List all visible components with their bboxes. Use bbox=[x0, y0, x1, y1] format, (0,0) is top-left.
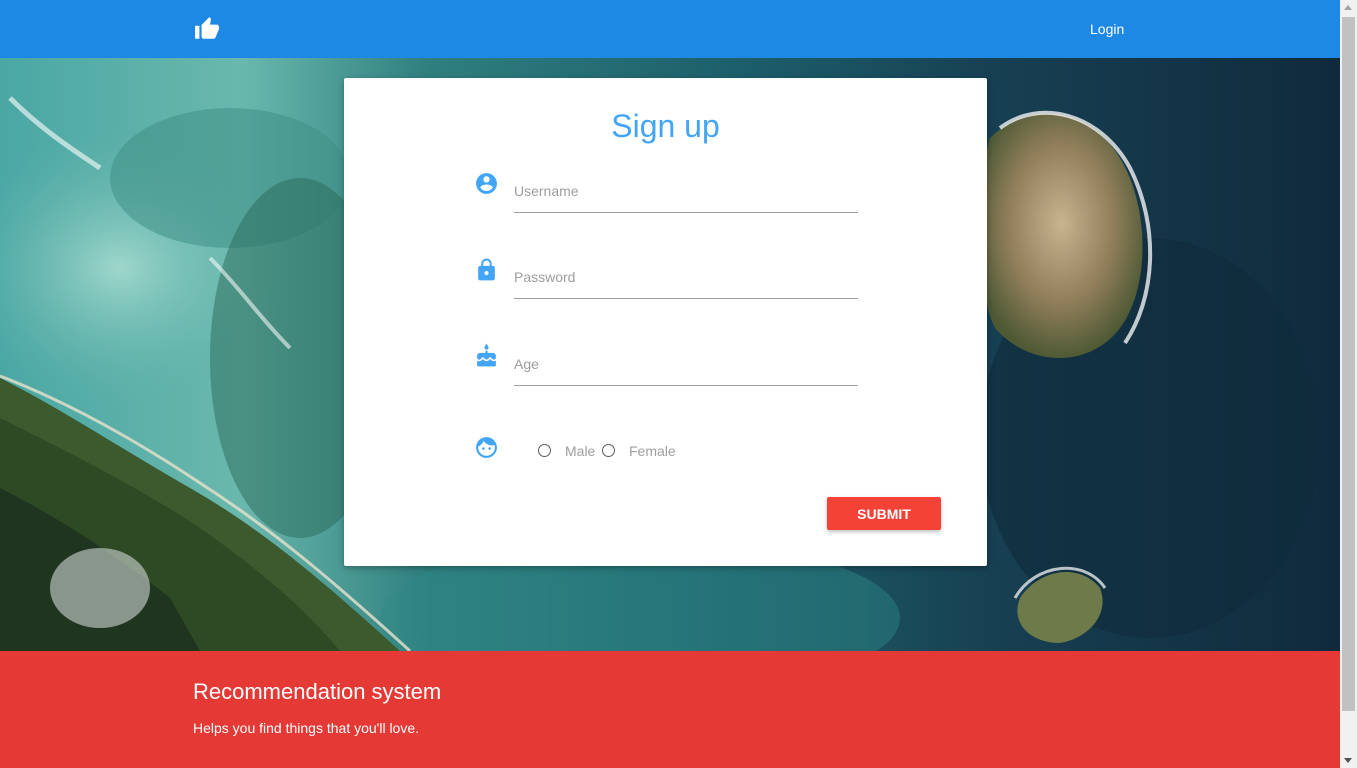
thumbs-up-icon[interactable] bbox=[193, 16, 221, 42]
account-circle-icon bbox=[474, 171, 498, 195]
male-radio-label[interactable]: Male bbox=[565, 443, 595, 459]
username-input[interactable] bbox=[514, 170, 858, 213]
footer-tagline: Helps you find things that you'll love. bbox=[193, 720, 420, 736]
footer-title: Recommendation system bbox=[193, 679, 442, 704]
female-radio-button[interactable] bbox=[602, 444, 615, 457]
lock-icon bbox=[474, 257, 498, 281]
scroll-up-arrow-icon[interactable] bbox=[1344, 5, 1352, 10]
password-input[interactable] bbox=[514, 256, 858, 299]
face-icon bbox=[474, 435, 498, 459]
submit-button[interactable]: SUBMIT bbox=[827, 497, 941, 530]
footer: Recommendation system Helps you find thi… bbox=[0, 651, 1340, 768]
age-input[interactable] bbox=[514, 343, 858, 386]
cake-icon bbox=[474, 343, 498, 367]
signup-card: Sign up Male Female SUBMIT bbox=[344, 78, 987, 566]
male-radio-button[interactable] bbox=[538, 444, 551, 457]
top-navbar: Login bbox=[0, 0, 1340, 58]
scroll-down-arrow-icon[interactable] bbox=[1344, 758, 1352, 763]
female-radio-label[interactable]: Female bbox=[629, 443, 676, 459]
signup-title: Sign up bbox=[611, 108, 720, 144]
login-link[interactable]: Login bbox=[1090, 21, 1124, 37]
page-scrollbar[interactable] bbox=[1340, 0, 1357, 768]
scroll-thumb[interactable] bbox=[1342, 17, 1355, 711]
